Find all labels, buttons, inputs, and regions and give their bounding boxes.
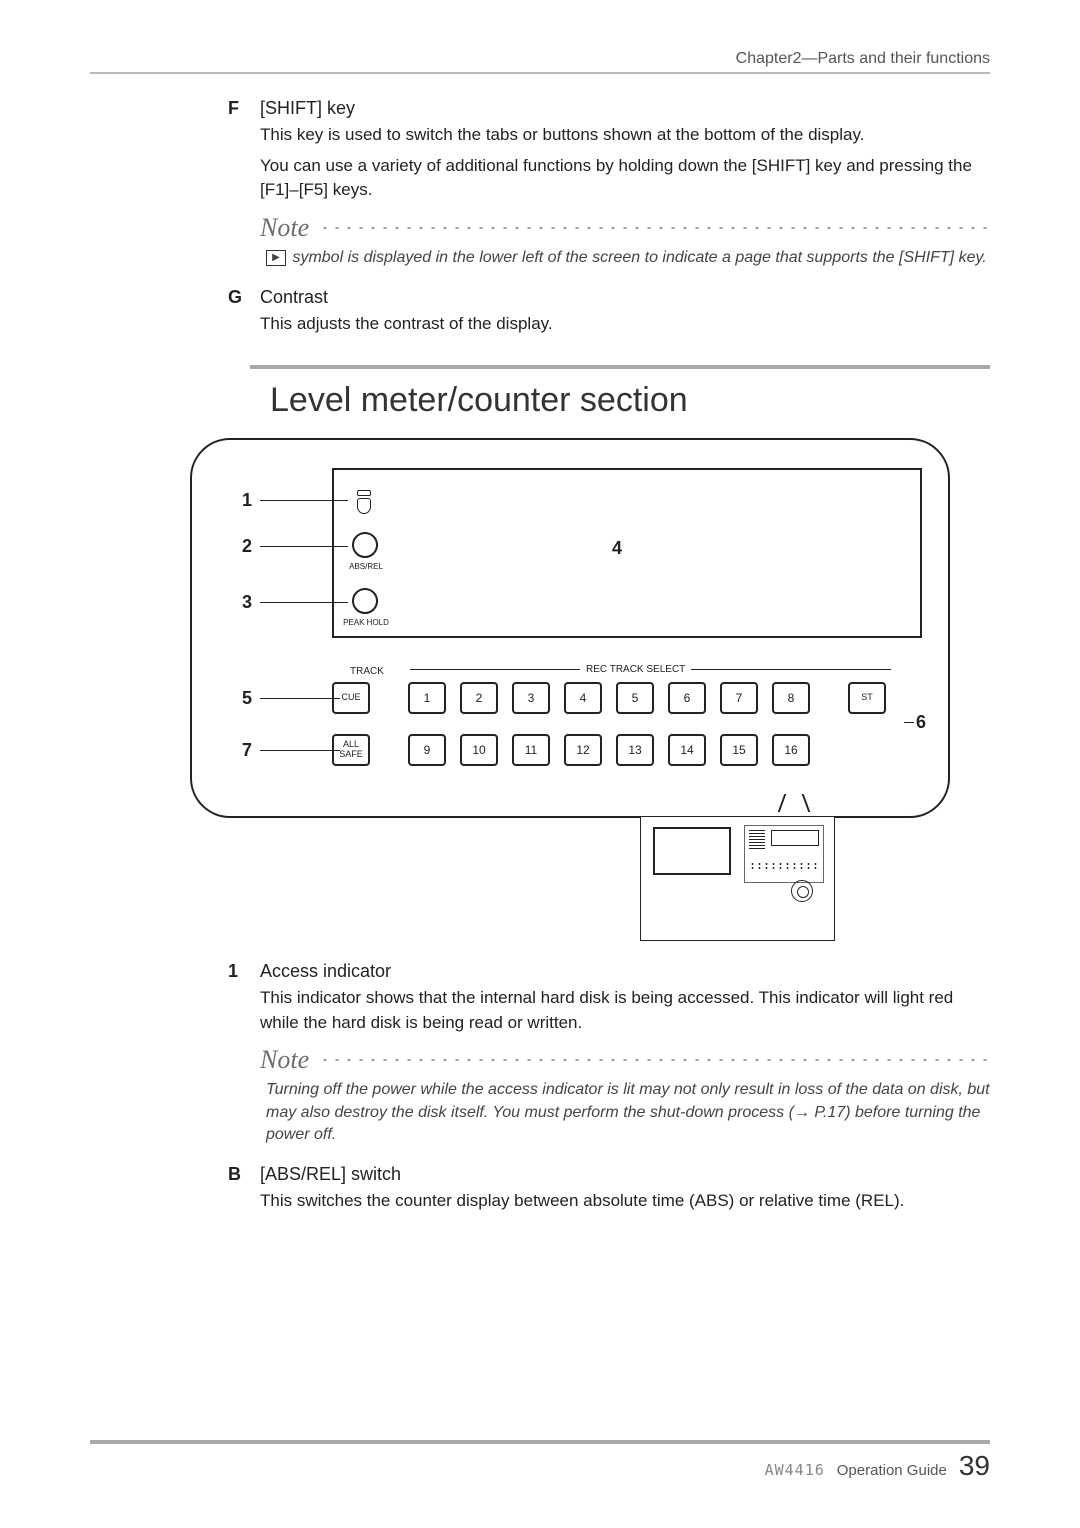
peak-hold-label: PEAK HOLD	[342, 618, 390, 627]
callout-3-line	[260, 602, 348, 604]
connector-lines-icon	[779, 794, 809, 817]
callout-3: 3	[242, 592, 252, 613]
item-B-p1: This switches the counter display betwee…	[260, 1189, 990, 1214]
header-rule	[90, 72, 990, 74]
callout-2: 2	[242, 536, 252, 557]
key-row-2: ALL SAFE 9 10 11 12 13 14 15 16	[332, 734, 810, 766]
rec-key-1[interactable]: 1	[408, 682, 446, 714]
callout-5: 5	[242, 688, 252, 709]
rec-key-10[interactable]: 10	[460, 734, 498, 766]
all-safe-key[interactable]: ALL SAFE	[332, 734, 370, 766]
access-indicator-icon	[356, 490, 372, 512]
rec-key-6[interactable]: 6	[668, 682, 706, 714]
product-logo: AW4416	[765, 1461, 825, 1479]
st-key[interactable]: ST	[848, 682, 886, 714]
note-label-1: Note	[260, 1045, 309, 1075]
callout-7-line	[260, 750, 340, 752]
rec-key-14[interactable]: 14	[668, 734, 706, 766]
rec-line-left	[410, 669, 580, 670]
key-row-1: CUE 1 2 3 4 5 6 7 8 ST	[332, 682, 886, 714]
item-G-letter: G	[228, 287, 260, 308]
counter-display	[332, 468, 922, 638]
device-location-thumb	[640, 816, 835, 941]
item-F: F [SHIFT] key This key is used to switch…	[90, 98, 990, 269]
level-meter-diagram: 4 ABS/REL PEAK HOLD 1 2 3 TRACK REC TRAC…	[190, 438, 990, 941]
section-rule	[250, 365, 990, 369]
item-1-title: Access indicator	[260, 961, 391, 982]
callout-1-line	[260, 500, 348, 502]
item-B: B [ABS/REL] switch This switches the cou…	[90, 1164, 990, 1214]
page-footer: AW4416 Operation Guide 39	[90, 1440, 990, 1482]
item-F-title: [SHIFT] key	[260, 98, 355, 119]
note-dots-F	[319, 227, 990, 229]
footer-bar	[90, 1440, 990, 1444]
rec-key-11[interactable]: 11	[512, 734, 550, 766]
item-F-p1: This key is used to switch the tabs or b…	[260, 123, 990, 148]
cue-key[interactable]: CUE	[332, 682, 370, 714]
callout-2-line	[260, 546, 348, 548]
item-1-p1: This indicator shows that the internal h…	[260, 986, 990, 1035]
rec-key-3[interactable]: 3	[512, 682, 550, 714]
note-label-F: Note	[260, 213, 309, 243]
rec-key-9[interactable]: 9	[408, 734, 446, 766]
chapter-header: Chapter2—Parts and their functions	[90, 50, 990, 68]
track-label: TRACK	[350, 666, 384, 677]
rec-key-2[interactable]: 2	[460, 682, 498, 714]
rec-key-5[interactable]: 5	[616, 682, 654, 714]
page-number: 39	[959, 1450, 990, 1482]
item-B-letter: B	[228, 1164, 260, 1185]
section-title: Level meter/counter section	[270, 381, 990, 420]
rec-track-select-label: REC TRACK SELECT	[586, 664, 685, 675]
item-1-letter: 1	[228, 961, 260, 982]
note-text-1: Turning off the power while the access i…	[260, 1079, 990, 1146]
note-row-1: Note	[260, 1045, 990, 1075]
item-G-p1: This adjusts the contrast of the display…	[260, 312, 990, 337]
panel-border: 4 ABS/REL PEAK HOLD 1 2 3 TRACK REC TRAC…	[190, 438, 950, 818]
item-G: G Contrast This adjusts the contrast of …	[90, 287, 990, 337]
thumb-panel-icon	[744, 825, 824, 883]
rec-key-16[interactable]: 16	[772, 734, 810, 766]
item-B-title: [ABS/REL] switch	[260, 1164, 401, 1185]
abs-rel-switch-icon	[352, 532, 378, 558]
callout-1: 1	[242, 490, 252, 511]
note-text-F: ▶ symbol is displayed in the lower left …	[260, 247, 990, 269]
abs-rel-label: ABS/REL	[346, 562, 386, 571]
callout-5-line	[260, 698, 340, 700]
rec-key-7[interactable]: 7	[720, 682, 758, 714]
note-dots-1	[319, 1059, 990, 1061]
rec-key-13[interactable]: 13	[616, 734, 654, 766]
callout-4: 4	[612, 538, 622, 559]
rec-key-15[interactable]: 15	[720, 734, 758, 766]
item-G-title: Contrast	[260, 287, 328, 308]
shift-symbol-icon: ▶	[266, 250, 286, 266]
item-F-p2: You can use a variety of additional func…	[260, 154, 990, 203]
callout-6: 6	[916, 712, 926, 733]
callout-6-line	[904, 722, 914, 724]
note-row-F: Note	[260, 213, 990, 243]
rec-key-4[interactable]: 4	[564, 682, 602, 714]
guide-label: Operation Guide	[837, 1462, 947, 1479]
item-F-letter: F	[228, 98, 260, 119]
thumb-screen-icon	[653, 827, 731, 875]
note-text-F-content: symbol is displayed in the lower left of…	[288, 249, 987, 266]
rec-key-8[interactable]: 8	[772, 682, 810, 714]
rec-key-12[interactable]: 12	[564, 734, 602, 766]
rec-line-right	[691, 669, 891, 670]
callout-7: 7	[242, 740, 252, 761]
item-1: 1 Access indicator This indicator shows …	[90, 961, 990, 1146]
peak-hold-switch-icon	[352, 588, 378, 614]
